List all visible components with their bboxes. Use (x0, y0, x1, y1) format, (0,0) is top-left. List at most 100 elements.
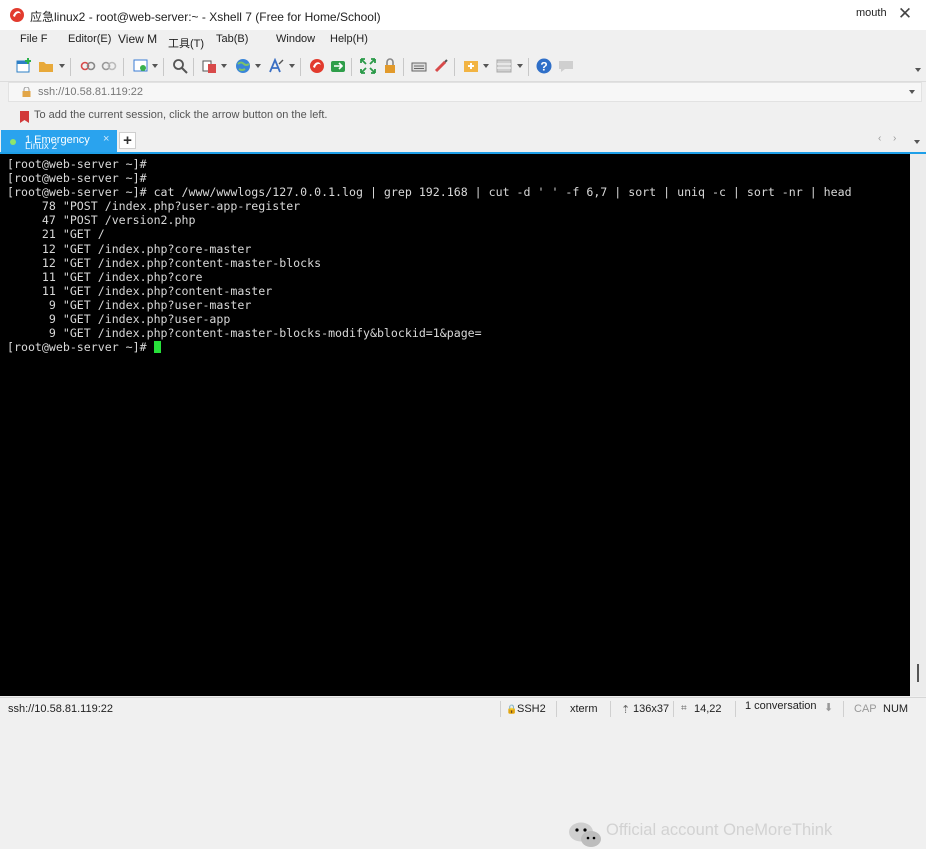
svg-text:?: ? (540, 60, 547, 74)
toolbar-separator (70, 58, 71, 76)
status-size: 136x37 (633, 703, 670, 715)
toolbar-separator (123, 58, 124, 76)
layout-icon[interactable] (463, 58, 479, 74)
toolbar-separator (403, 58, 404, 76)
session-settings-icon[interactable] (133, 58, 149, 74)
tile-icon[interactable] (496, 58, 512, 74)
menu-tab[interactable]: Tab(B) (216, 33, 248, 45)
terminal-line: 47 "POST /version2.php (7, 213, 196, 228)
connect-icon[interactable] (80, 58, 96, 74)
hint-bar: To add the current session, click the ar… (0, 105, 926, 127)
menu-bar: File F Editor(E) View M 工具(T) Tab(B) Win… (0, 30, 926, 52)
toolbar-separator (351, 58, 352, 76)
session-tab[interactable]: 1 Emergency Linux 2 × (1, 130, 117, 152)
terminal-line: 78 "POST /index.php?user-app-register (7, 199, 301, 214)
terminal-cursor (153, 341, 161, 354)
lock-small-icon (22, 87, 31, 97)
terminal-line: 9 "GET /index.php?content-master-blocks-… (7, 326, 482, 341)
toolbar-separator (454, 58, 455, 76)
tab-sublabel: Linux 2 (25, 141, 58, 152)
xshell-icon[interactable] (309, 58, 325, 74)
terminal-output: [root@web-server ~]# [root@web-server ~]… (7, 157, 852, 354)
terminal-line: [root@web-server ~]# (7, 171, 147, 186)
tab-prev-icon[interactable]: ‹ (878, 133, 881, 144)
menu-help[interactable]: Help(H) (330, 33, 368, 45)
help-icon[interactable]: ? (536, 58, 552, 74)
settings-dropdown-icon[interactable] (152, 64, 158, 68)
status-separator (843, 701, 844, 717)
new-session-icon[interactable] (16, 58, 32, 74)
new-tab-button[interactable]: + (119, 132, 136, 149)
terminal-line: 9 "GET /index.php?user-app (7, 312, 231, 327)
address-bar[interactable]: ssh://10.58.81.119:22 (8, 82, 922, 102)
keyboard-icon[interactable] (411, 58, 427, 74)
xftp-icon[interactable] (330, 58, 346, 74)
menu-editor[interactable]: Editor(E) (68, 33, 111, 45)
menu-tools[interactable]: 工具(T) (168, 35, 204, 51)
font-dropdown-icon[interactable] (289, 64, 295, 68)
ssh-lock-icon: 🔒 (506, 704, 518, 714)
terminal-line: 12 "GET /index.php?content-master-blocks (7, 255, 322, 270)
address-dropdown-icon[interactable] (909, 90, 915, 94)
menu-window[interactable]: Window (276, 33, 315, 45)
terminal-line: 21 "GET / (7, 227, 105, 242)
terminal-line: 9 "GET /index.php?user-master (7, 297, 252, 312)
status-separator (735, 701, 736, 717)
globe-icon[interactable] (235, 58, 251, 74)
toolbar-separator (163, 58, 164, 76)
tab-list-dropdown-icon[interactable] (914, 140, 920, 144)
tab-next-icon[interactable]: › (893, 133, 896, 144)
bookmark-arrow-icon[interactable] (20, 111, 29, 123)
hint-text: To add the current session, click the ar… (34, 109, 328, 121)
terminal-line: [root@web-server ~]# (7, 157, 147, 171)
toolbar-separator (193, 58, 194, 76)
open-folder-icon[interactable] (38, 58, 54, 74)
status-cursor-pos: 14,22 (694, 703, 722, 715)
terminal-prompt: [root@web-server ~]# (7, 340, 154, 355)
script-icon[interactable] (433, 58, 449, 74)
toolbar-overflow-icon[interactable] (915, 68, 921, 72)
status-separator (556, 701, 557, 717)
fullscreen-icon[interactable] (360, 58, 376, 74)
layout-dropdown-icon[interactable] (483, 64, 489, 68)
menu-file[interactable]: File F (20, 33, 48, 45)
toolbar-separator (300, 58, 301, 76)
session-tab-bar: 1 Emergency Linux 2 × + ‹ › (0, 128, 926, 154)
user-label: mouth (856, 7, 887, 19)
terminal-line: [root@web-server ~]# cat /www/wwwlogs/12… (7, 185, 852, 200)
xshell-app-icon (10, 8, 24, 22)
download-icon: ⬇ (824, 702, 834, 714)
copy-paste-icon[interactable] (201, 58, 217, 74)
close-button[interactable]: ✕ (896, 5, 914, 23)
cursor-pos-icon: ⌗ (681, 703, 687, 714)
status-conversations: 1 conversation (745, 700, 817, 712)
terminal-area[interactable]: [root@web-server ~]# [root@web-server ~]… (0, 154, 910, 847)
status-session: ssh://10.58.81.119:22 (8, 703, 113, 715)
status-separator (500, 701, 501, 717)
open-dropdown-icon[interactable] (59, 64, 65, 68)
watermark-text: Official account OneMoreThink (606, 821, 833, 839)
status-terminal-type: xterm (570, 703, 598, 715)
address-input[interactable]: ssh://10.58.81.119:22 (38, 86, 143, 98)
font-icon[interactable] (268, 58, 284, 74)
status-bar: ssh://10.58.81.119:22 🔒 SSH2 xterm ⇡ 136… (0, 697, 926, 721)
lock-icon[interactable] (382, 58, 398, 74)
tile-dropdown-icon[interactable] (517, 64, 523, 68)
scrollbar-thumb[interactable] (917, 664, 919, 682)
globe-dropdown-icon[interactable] (255, 64, 261, 68)
status-separator (610, 701, 611, 717)
disconnect-icon[interactable] (101, 58, 117, 74)
terminal-line: 11 "GET /index.php?content-master (7, 283, 273, 298)
watermark: Official account OneMoreThink (568, 819, 908, 849)
tab-close-icon[interactable]: × (103, 133, 109, 145)
terminal-line: 11 "GET /index.php?core (7, 269, 203, 284)
status-caps: CAP (854, 703, 877, 715)
chat-icon[interactable] (558, 58, 574, 74)
status-num: NUM (883, 703, 909, 715)
toolbar: ? (0, 53, 926, 82)
terminal-scrollbar[interactable] (910, 154, 926, 696)
menu-view[interactable]: View M (118, 32, 157, 46)
toolbar-separator (528, 58, 529, 76)
find-icon[interactable] (172, 58, 188, 74)
paste-dropdown-icon[interactable] (221, 64, 227, 68)
